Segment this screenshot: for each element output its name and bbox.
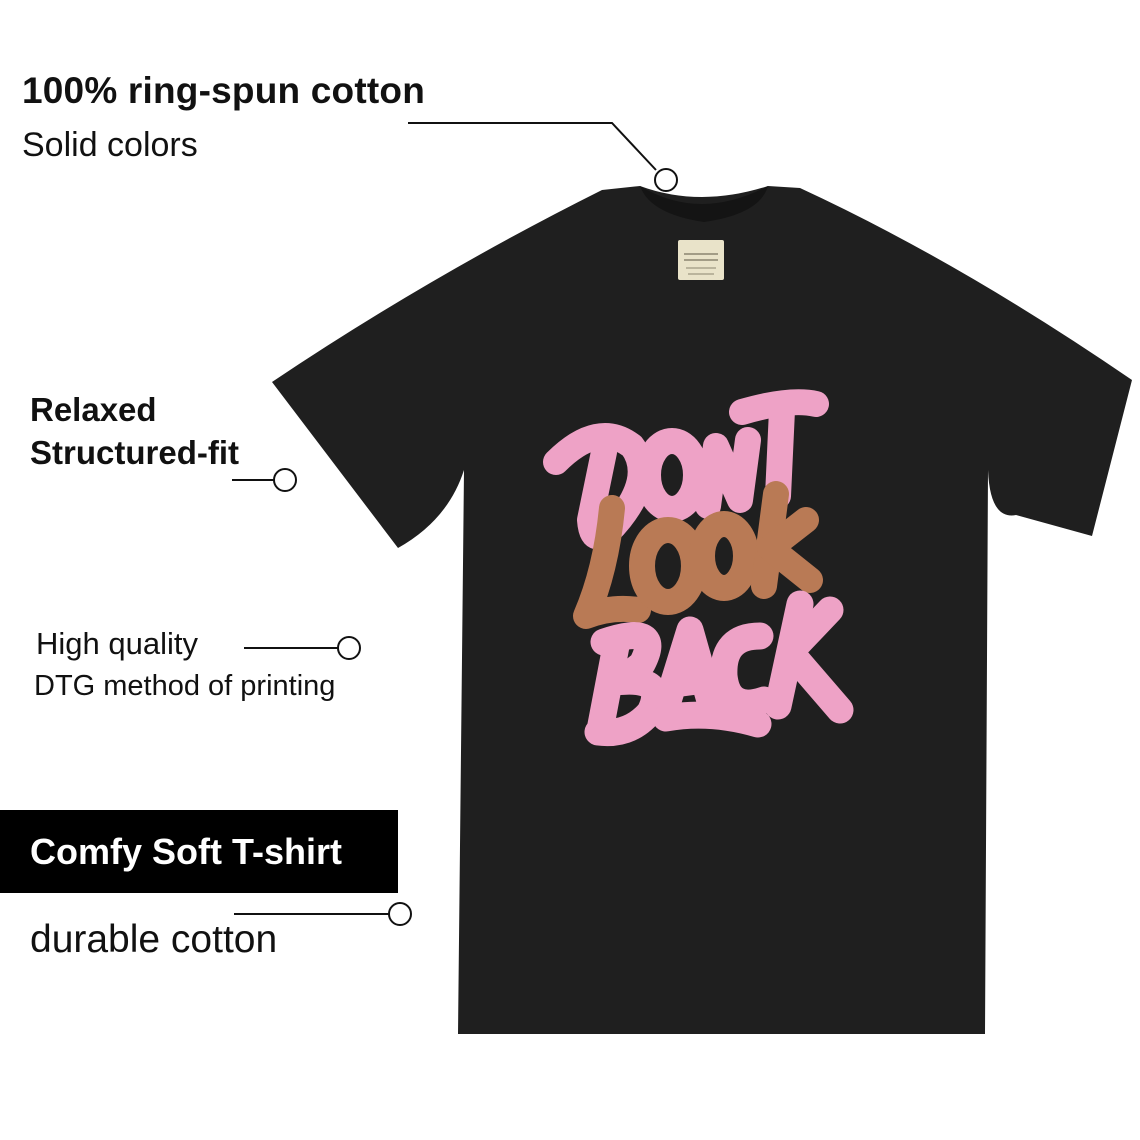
- shirt-illustration: [232, 122, 1132, 1034]
- neck-label: [678, 240, 724, 280]
- feature-fit-line1: Relaxed: [30, 391, 157, 428]
- leader-fit: [232, 468, 297, 492]
- leader-print: [244, 636, 361, 660]
- feature-fit-line2: Structured-fit: [30, 434, 239, 471]
- feature-soft-subtitle: durable cotton: [30, 918, 278, 961]
- feature-print-line1: High quality: [36, 626, 198, 661]
- soft-tshirt-badge-label: Comfy Soft T-shirt: [30, 831, 342, 872]
- soft-tshirt-badge: Comfy Soft T-shirt: [0, 810, 398, 893]
- product-infographic: 100% ring-spun cotton Solid colors Relax…: [0, 0, 1140, 1140]
- leader-cotton: [408, 122, 678, 192]
- feature-cotton-subtitle: Solid colors: [22, 126, 198, 164]
- feature-cotton-title: 100% ring-spun cotton: [22, 70, 425, 111]
- feature-print-line2: DTG method of printing: [34, 670, 336, 702]
